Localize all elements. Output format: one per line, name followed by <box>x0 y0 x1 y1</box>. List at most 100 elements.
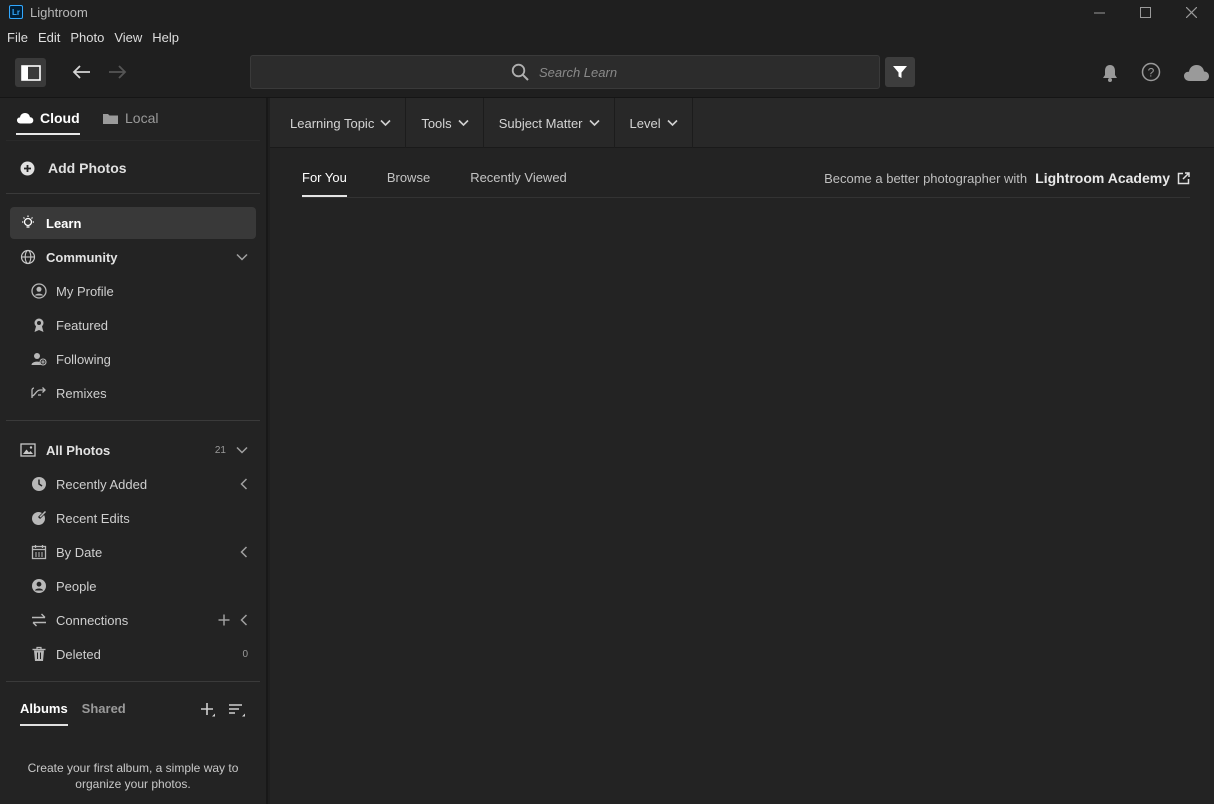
sidebar-item-learn[interactable]: Learn <box>10 207 256 239</box>
academy-promo: Become a better photographer with Lightr… <box>824 170 1190 186</box>
lightroom-logo-icon: Lr <box>9 5 23 19</box>
arrow-right-icon <box>109 65 127 79</box>
divider <box>6 193 260 194</box>
plus-icon[interactable] <box>218 614 230 626</box>
search-icon <box>511 63 529 81</box>
chevron-down-icon <box>458 119 469 127</box>
sidebar-item-people[interactable]: People <box>10 570 256 602</box>
tab-local[interactable]: Local <box>102 110 158 126</box>
back-button[interactable] <box>70 61 92 83</box>
sort-icon[interactable] <box>228 702 246 718</box>
sidebar-item-deleted[interactable]: Deleted 0 <box>10 638 256 670</box>
filter-button[interactable] <box>885 57 915 87</box>
tab-recently-viewed[interactable]: Recently Viewed <box>470 170 567 197</box>
filter-label: Level <box>629 115 661 131</box>
search-input[interactable] <box>539 64 619 80</box>
tabs-underline <box>302 197 1190 198</box>
profile-icon <box>31 283 47 299</box>
sidebar-item-label: Recent Edits <box>56 510 130 526</box>
close-icon <box>1185 6 1197 18</box>
add-photos-button[interactable]: Add Photos <box>20 160 127 176</box>
sidebar-item-my-profile[interactable]: My Profile <box>10 275 256 307</box>
search-box[interactable] <box>250 55 880 89</box>
funnel-icon <box>893 66 907 78</box>
filter-label: Subject Matter <box>498 115 583 131</box>
minimize-button[interactable] <box>1076 0 1122 24</box>
sidebar-item-featured[interactable]: Featured <box>10 309 256 341</box>
chevron-left-icon[interactable] <box>240 478 248 490</box>
arrow-left-icon <box>72 65 90 79</box>
tab-shared[interactable]: Shared <box>82 701 126 726</box>
help-icon: ? <box>1141 62 1161 82</box>
filter-subject-matter[interactable]: Subject Matter <box>484 98 615 148</box>
menu-help[interactable]: Help <box>152 30 179 45</box>
menu-photo[interactable]: Photo <box>70 30 104 45</box>
sidebar-item-connections[interactable]: Connections <box>10 604 256 636</box>
sidebar-item-all-photos[interactable]: All Photos 21 <box>10 434 256 466</box>
tab-cloud[interactable]: Cloud <box>16 110 80 135</box>
notifications-button[interactable] <box>1102 64 1118 82</box>
tab-cloud-label: Cloud <box>40 110 80 126</box>
menu-edit[interactable]: Edit <box>38 30 60 45</box>
divider <box>6 140 260 141</box>
menu-file[interactable]: File <box>7 30 28 45</box>
sidebar: Cloud Local Add Photos Learn Community M… <box>0 98 268 804</box>
sidebar-item-recent-edits[interactable]: Recent Edits <box>10 502 256 534</box>
cloud-sync-button[interactable] <box>1183 64 1210 82</box>
divider <box>6 420 260 421</box>
panel-toggle-button[interactable] <box>15 58 46 87</box>
chevron-down-icon <box>588 119 600 127</box>
photo-count: 21 <box>214 444 226 456</box>
add-album-icon[interactable] <box>200 702 216 718</box>
sidebar-item-label: Learn <box>46 215 82 231</box>
help-button[interactable]: ? <box>1141 62 1161 82</box>
filter-label: Tools <box>421 115 452 131</box>
photos-icon <box>20 442 36 458</box>
filter-label: Learning Topic <box>290 115 375 131</box>
sidebar-item-remixes[interactable]: Remixes <box>10 377 256 409</box>
external-link-icon[interactable] <box>1177 171 1190 185</box>
filter-level[interactable]: Level <box>615 98 693 148</box>
sidebar-item-label: People <box>56 578 97 594</box>
academy-link[interactable]: Lightroom Academy <box>1035 170 1170 186</box>
empty-album-message: Create your first album, a simple way to… <box>27 761 239 791</box>
window-controls <box>1076 0 1214 24</box>
divider <box>6 681 260 682</box>
tab-browse[interactable]: Browse <box>387 170 430 197</box>
filter-bar: Learning Topic Tools Subject Matter Leve… <box>270 98 1214 148</box>
chevron-down-icon[interactable] <box>236 253 248 261</box>
chevron-left-icon[interactable] <box>240 546 248 558</box>
bell-icon <box>1103 65 1117 82</box>
folder-icon <box>103 113 118 124</box>
forward-button[interactable] <box>107 61 129 83</box>
cloud-icon <box>17 113 34 124</box>
sidebar-item-by-date[interactable]: By Date <box>10 536 256 568</box>
chevron-left-icon[interactable] <box>240 614 248 626</box>
sidebar-item-following[interactable]: Following <box>10 343 256 375</box>
deleted-count: 0 <box>242 648 248 660</box>
sidebar-item-label: By Date <box>56 544 103 560</box>
menu-bar: File Edit Photo View Help <box>0 26 182 48</box>
panel-toggle-icon <box>20 64 41 81</box>
add-circle-icon <box>20 161 35 175</box>
chevron-down-icon <box>667 119 678 127</box>
toolbar: ? <box>0 48 1214 98</box>
maximize-button[interactable] <box>1122 0 1168 24</box>
chevron-down-icon[interactable] <box>236 446 248 454</box>
filter-learning-topic[interactable]: Learning Topic <box>270 98 407 148</box>
tab-albums[interactable]: Albums <box>20 701 68 726</box>
source-tabs: Cloud Local <box>0 98 266 150</box>
sidebar-item-community[interactable]: Community <box>10 241 256 273</box>
sidebar-item-label: Community <box>46 249 118 265</box>
maximize-icon <box>1139 6 1151 18</box>
menu-view[interactable]: View <box>114 30 142 45</box>
close-button[interactable] <box>1168 0 1214 24</box>
chevron-down-icon <box>380 119 391 127</box>
sidebar-item-recently-added[interactable]: Recently Added <box>10 468 256 500</box>
filter-tools[interactable]: Tools <box>406 98 484 148</box>
tab-local-label: Local <box>125 110 159 126</box>
album-actions <box>200 702 246 718</box>
sidebar-item-label: Following <box>56 351 111 367</box>
tab-for-you[interactable]: For You <box>302 170 347 197</box>
sidebar-item-label: Featured <box>56 317 109 333</box>
